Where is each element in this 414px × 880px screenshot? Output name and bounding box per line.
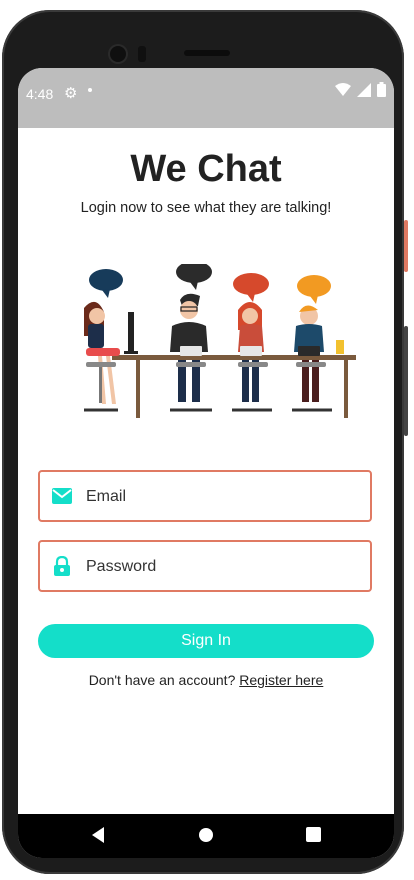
register-prompt-text: Don't have an account? [88, 672, 236, 688]
speaker-grille [184, 50, 230, 56]
page-title: We Chat [130, 148, 282, 190]
page-subtitle: Login now to see what they are talking! [80, 200, 332, 216]
person-man-glasses [170, 293, 212, 412]
lock-icon [54, 556, 70, 576]
speech-bubble-red [233, 273, 269, 302]
sign-in-button[interactable]: Sign In [38, 624, 374, 658]
status-bar: 4:48 ⚙ [18, 68, 394, 128]
gear-icon: ⚙ [64, 85, 78, 102]
speech-bubble-navy [89, 269, 123, 298]
speech-bubble-orange [297, 275, 331, 304]
back-icon[interactable] [90, 826, 106, 844]
power-button [404, 326, 408, 436]
password-field[interactable] [38, 540, 372, 592]
email-field[interactable] [38, 470, 372, 522]
register-prompt: Don't have an account? Register here [18, 672, 394, 688]
navigation-bar [18, 814, 394, 858]
phone-frame: 4:48 ⚙ We Chat Login now to see what the… [2, 10, 404, 874]
desk-leg [136, 360, 140, 418]
status-time: 4:48 [26, 86, 54, 102]
register-link[interactable]: Register here [239, 672, 323, 688]
password-input[interactable] [84, 542, 368, 592]
recents-icon[interactable] [306, 827, 321, 842]
camera-icon [110, 46, 126, 62]
email-input[interactable] [84, 472, 368, 522]
status-icons [335, 82, 386, 97]
sensor-icon [138, 46, 146, 62]
team-chat-illustration [84, 264, 356, 418]
login-content: We Chat Login now to see what they are t… [18, 128, 394, 814]
notification-dot [88, 88, 92, 92]
desk-leg [344, 360, 348, 418]
wifi-icon [335, 82, 351, 96]
speech-bubble-dark [176, 264, 212, 290]
battery-icon [377, 82, 386, 97]
device-screen: 4:48 ⚙ We Chat Login now to see what the… [18, 68, 394, 858]
app-screen: 4:48 ⚙ We Chat Login now to see what the… [18, 68, 394, 858]
volume-button [404, 220, 408, 272]
cellular-icon [357, 82, 371, 97]
email-icon [52, 488, 72, 504]
home-icon[interactable] [198, 827, 214, 843]
